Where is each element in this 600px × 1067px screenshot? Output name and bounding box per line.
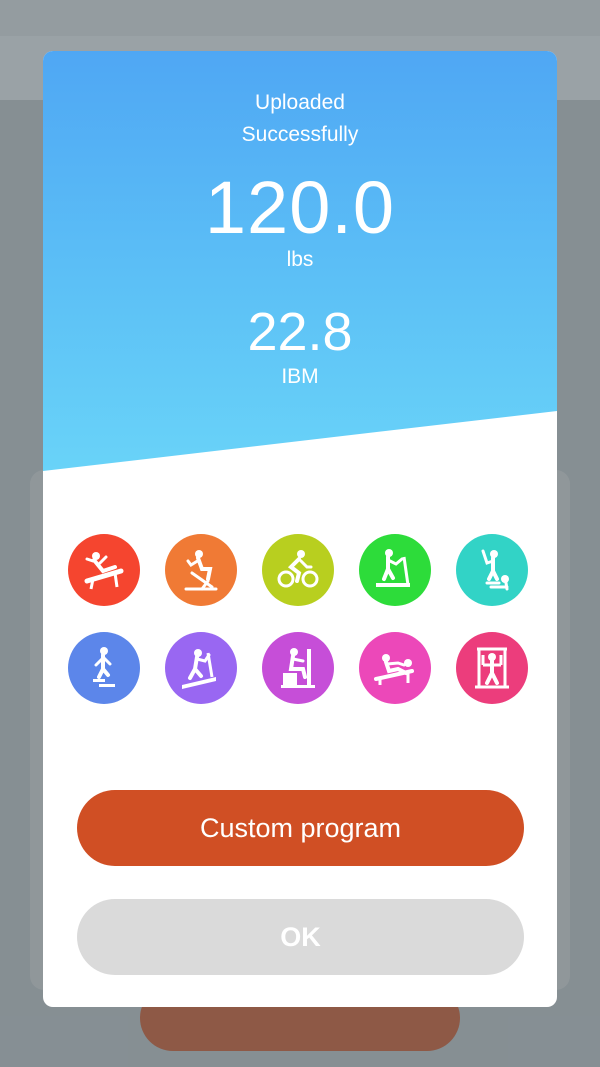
- weight-unit: lbs: [286, 248, 314, 271]
- bmi-value: 22.8: [247, 302, 353, 362]
- bmi-unit: IBM: [281, 365, 319, 388]
- exercise-bike-icon: [184, 550, 218, 591]
- elliptical-icon: [481, 549, 509, 591]
- weight-value: 120.0: [204, 166, 396, 249]
- equipment-icon-grid: [68, 534, 532, 704]
- ok-button[interactable]: OK: [77, 899, 524, 975]
- incline-treadmill-icon: [182, 649, 216, 689]
- treadmill-button[interactable]: [359, 534, 431, 606]
- incline-treadmill-button[interactable]: [165, 632, 237, 704]
- bicycle-icon: [277, 550, 319, 588]
- custom-program-button[interactable]: Custom program: [77, 790, 524, 866]
- status-line-1: Uploaded: [255, 91, 345, 114]
- multi-gym-button[interactable]: [456, 632, 528, 704]
- multi-gym-icon: [475, 647, 509, 689]
- status-line-2: Successfully: [241, 123, 359, 146]
- stepper-icon: [93, 647, 115, 687]
- treadmill-icon: [376, 549, 410, 587]
- stepper-button[interactable]: [68, 632, 140, 704]
- rowing-machine-button[interactable]: [359, 632, 431, 704]
- bench-button[interactable]: [68, 534, 140, 606]
- bench-icon: [84, 552, 124, 590]
- rowing-seat-icon: [281, 648, 315, 688]
- elliptical-button[interactable]: [456, 534, 528, 606]
- upload-result-dialog: Uploaded Successfully 120.0 lbs 22.8 IBM: [43, 51, 557, 1007]
- rowing-machine-icon: [374, 654, 414, 685]
- rowing-seat-button[interactable]: [262, 632, 334, 704]
- exercise-bike-button[interactable]: [165, 534, 237, 606]
- bicycle-button[interactable]: [262, 534, 334, 606]
